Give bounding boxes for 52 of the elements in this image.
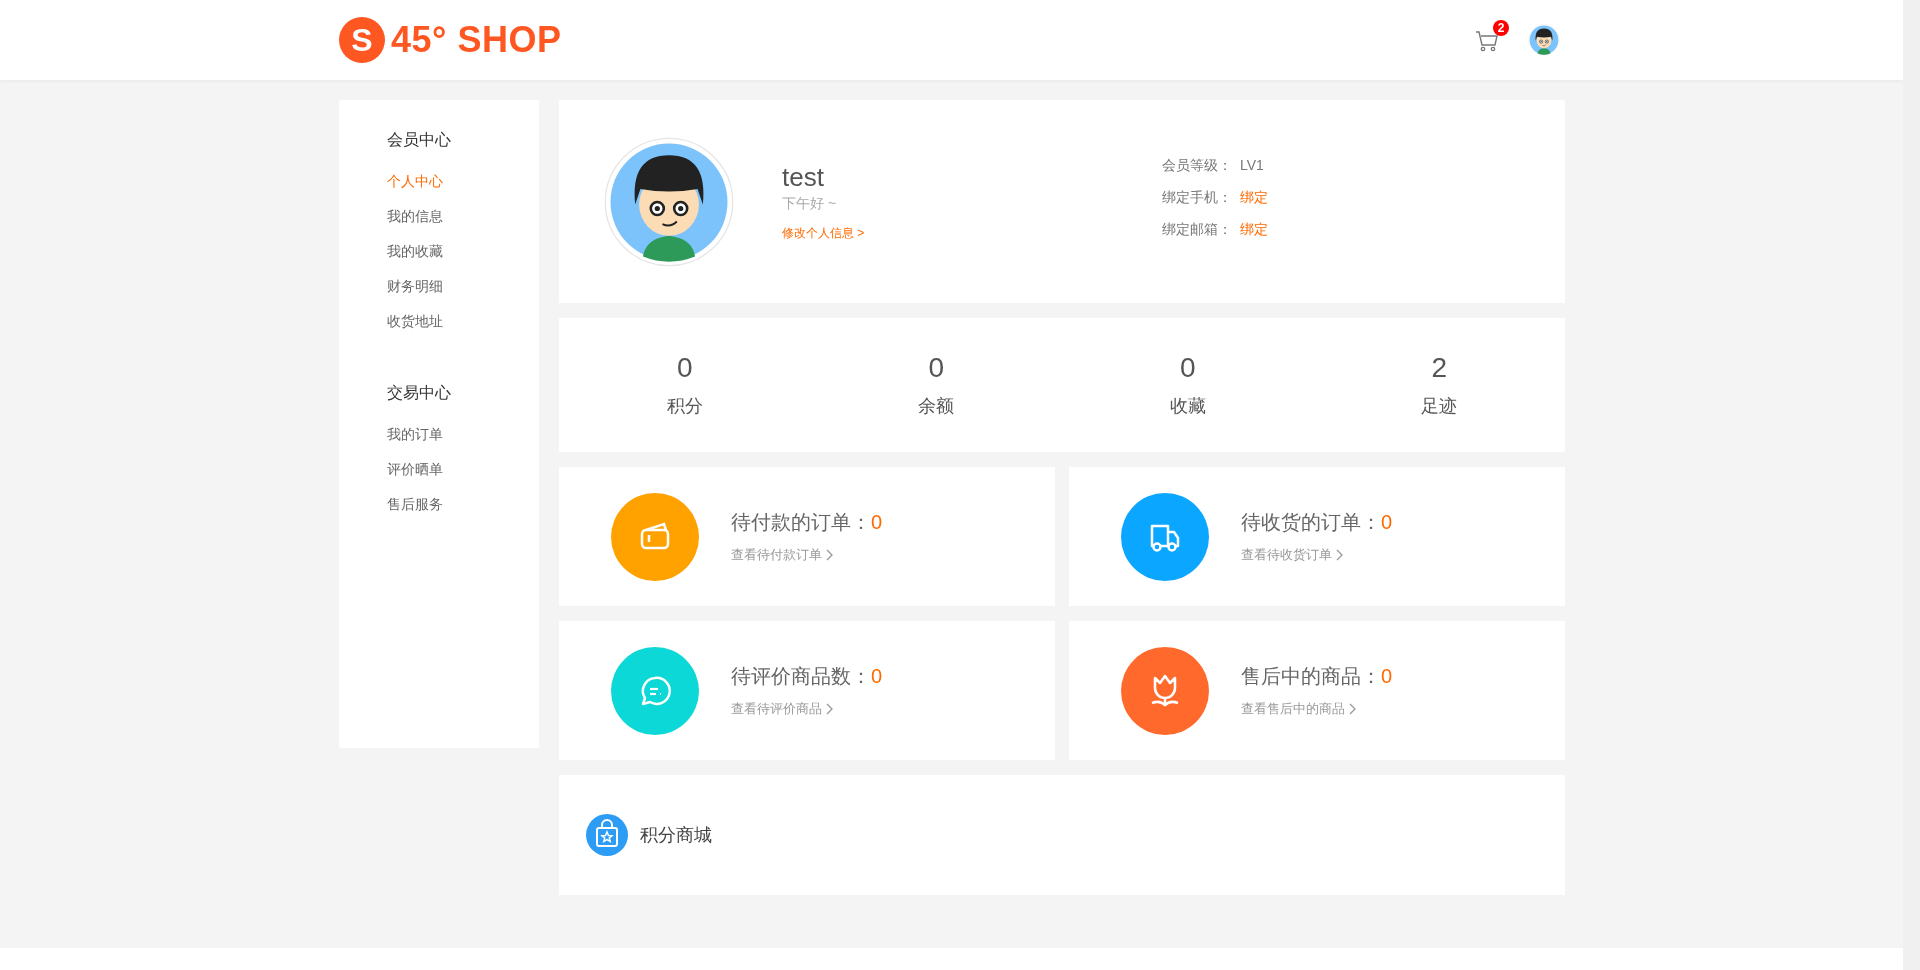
stat-value: 2	[1431, 352, 1448, 384]
order-status-title: 售后中的商品：	[1241, 664, 1381, 689]
sidebar-item[interactable]: 个人中心	[387, 173, 539, 191]
sidebar-item[interactable]: 售后服务	[387, 496, 539, 514]
order-count: 0	[871, 511, 883, 534]
edit-profile-link[interactable]: 修改个人信息 >	[782, 225, 865, 240]
order-count: 0	[1381, 511, 1393, 534]
sidebar-section-title: 交易中心	[387, 383, 452, 403]
stat-value: 0	[928, 352, 945, 384]
chevron-right-icon	[826, 703, 834, 715]
user-name: test	[782, 161, 825, 193]
order-view-link[interactable]: 查看待付款订单	[731, 546, 883, 564]
detail-label: 会员等级：	[1162, 156, 1232, 175]
order-status-title: 待评价商品数：	[731, 664, 871, 689]
tulip-icon	[1151, 674, 1179, 706]
logo-text[interactable]: 45° SHOP	[391, 19, 562, 61]
detail-label: 绑定邮箱：	[1162, 220, 1232, 239]
header-avatar[interactable]	[1528, 24, 1560, 56]
sidebar-item[interactable]: 我的收藏	[387, 243, 539, 261]
order-count: 0	[1381, 665, 1393, 688]
sidebar-item[interactable]: 评价晒单	[387, 461, 539, 479]
chevron-right-icon	[1336, 549, 1344, 561]
order-view-link[interactable]: 查看待评价商品	[731, 700, 883, 718]
logo-mark[interactable]: S	[339, 17, 385, 63]
stat-label: 收藏	[1169, 395, 1206, 418]
sidebar-item[interactable]: 我的订单	[387, 426, 539, 444]
sidebar-item[interactable]: 收货地址	[387, 313, 539, 331]
wallet-icon	[640, 521, 670, 549]
stat-label: 余额	[918, 395, 955, 418]
order-status-title: 待收货的订单：	[1241, 510, 1381, 535]
greeting-text: 下午好 ~	[782, 194, 838, 213]
bind-link[interactable]: 绑定	[1240, 188, 1268, 207]
stat-value: 0	[676, 352, 693, 384]
sidebar-section-title: 会员中心	[387, 130, 452, 150]
chevron-right-icon	[1349, 703, 1357, 715]
order-view-link[interactable]: 查看售后中的商品	[1241, 700, 1393, 718]
sidebar-item[interactable]: 财务明细	[387, 278, 539, 296]
order-view-link[interactable]: 查看待收货订单	[1241, 546, 1393, 564]
detail-value: LV1	[1240, 156, 1264, 175]
truck-icon	[1150, 524, 1180, 552]
chevron-right-icon	[826, 549, 834, 561]
order-count: 0	[871, 665, 883, 688]
chat-bubble-icon	[641, 676, 671, 705]
bind-link[interactable]: 绑定	[1240, 220, 1268, 239]
stat-label: 足迹	[1421, 395, 1458, 418]
order-status-title: 待付款的订单：	[731, 510, 871, 535]
stat-label: 积分	[666, 395, 703, 418]
stat-value: 0	[1179, 352, 1196, 384]
sidebar-item[interactable]: 我的信息	[387, 208, 539, 226]
cart-count-badge: 2	[1493, 20, 1509, 36]
points-mall-title[interactable]: 积分商城	[640, 823, 712, 847]
detail-label: 绑定手机：	[1162, 188, 1232, 207]
